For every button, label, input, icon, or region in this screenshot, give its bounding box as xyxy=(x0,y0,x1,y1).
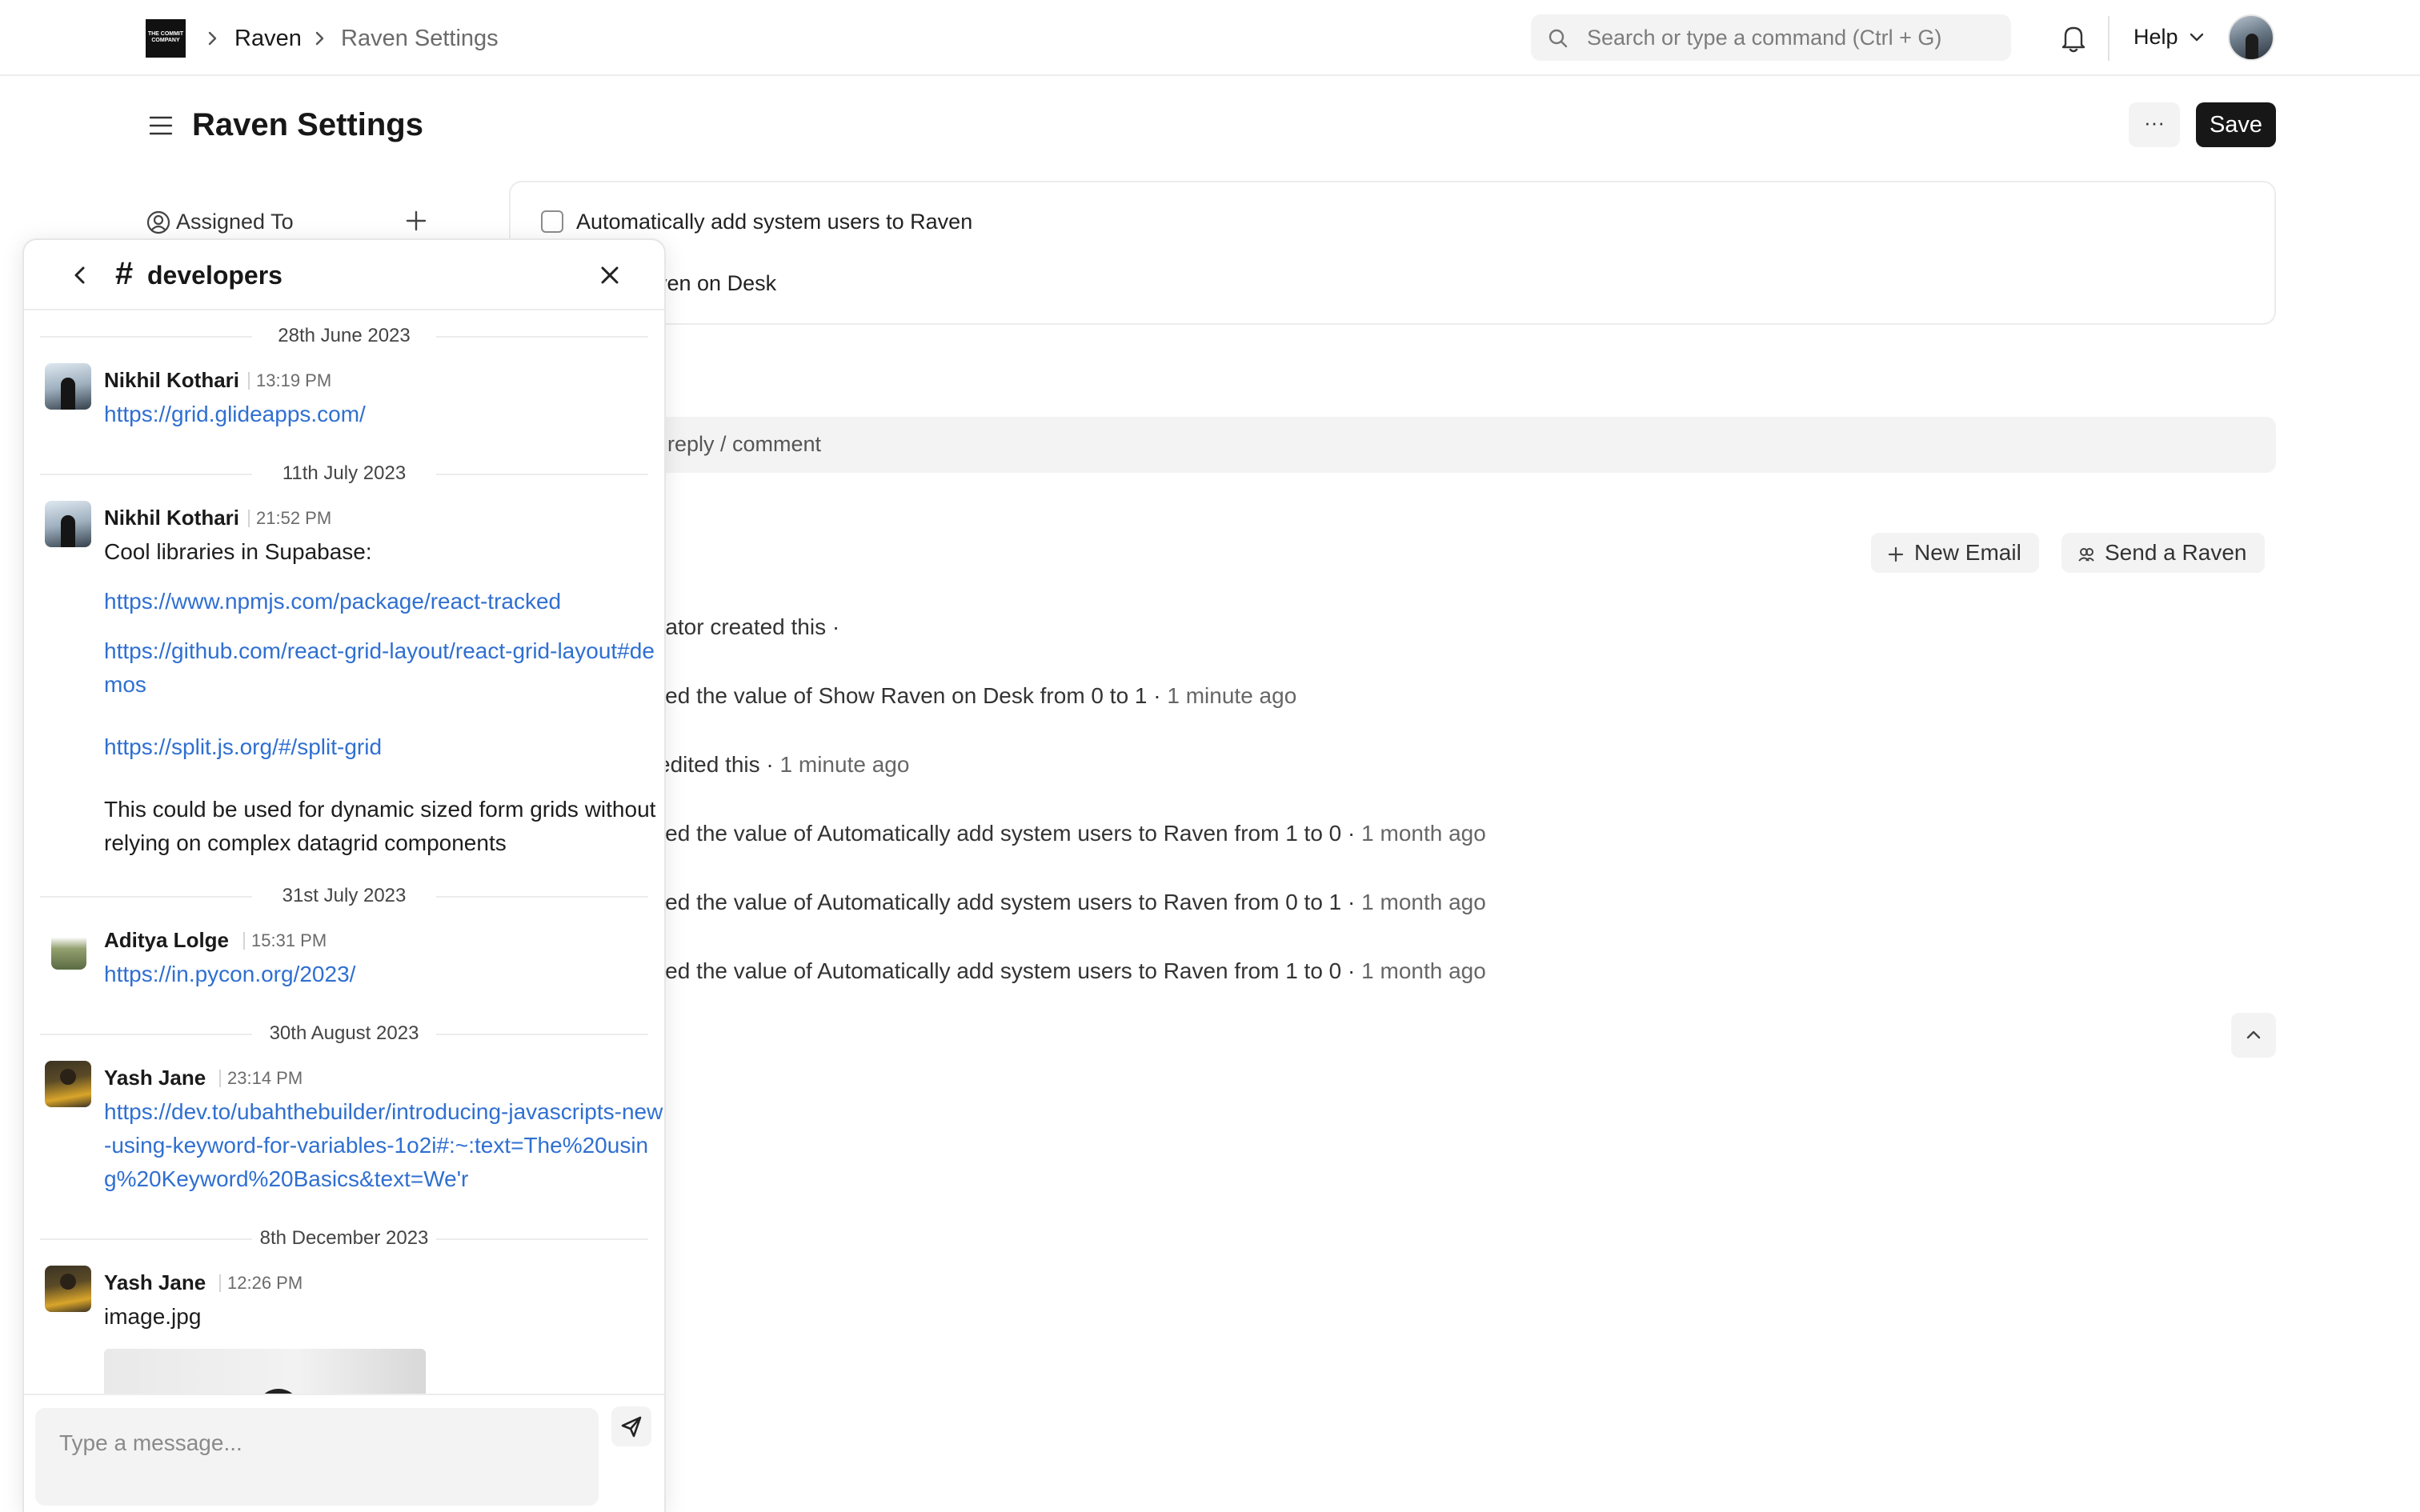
chevron-up-icon xyxy=(2246,1030,2261,1039)
assigned-to-label: Assigned To xyxy=(176,210,294,234)
close-icon[interactable] xyxy=(597,262,623,288)
message-text: This could be used for dynamic sized for… xyxy=(104,797,656,855)
menu-icon[interactable] xyxy=(147,112,174,139)
timeline-text: edited this · xyxy=(658,752,774,777)
avatar[interactable] xyxy=(51,923,86,970)
app-logo[interactable]: THE COMMIT COMPANY xyxy=(146,19,186,58)
avatar[interactable] xyxy=(45,1266,91,1312)
more-actions-button[interactable]: ··· xyxy=(2129,102,2180,147)
timeline-text: nged the value of Show Raven on Desk fro… xyxy=(640,683,1161,708)
back-arrow-icon[interactable] xyxy=(67,262,93,288)
comment-placeholder: reply / comment xyxy=(667,432,822,456)
timeline-time: 1 minute ago xyxy=(1167,683,1297,708)
comment-input[interactable] xyxy=(640,417,2276,473)
message-author[interactable]: Yash Jane xyxy=(104,1065,206,1090)
send-raven-label: Send a Raven xyxy=(2105,540,2247,565)
timeline-item: nged the value of Automatically add syst… xyxy=(640,957,1486,986)
help-menu[interactable]: Help xyxy=(2134,22,2178,51)
message-link[interactable]: https://dev.to/ubahthebuilder/introducin… xyxy=(104,1095,664,1196)
timeline-time: 1 month ago xyxy=(1361,958,1486,983)
timeline-item: rator created this · xyxy=(658,613,839,642)
channel-hash-icon: # xyxy=(115,256,134,291)
save-button[interactable]: Save xyxy=(2196,102,2276,147)
timeline-time: 1 month ago xyxy=(1361,821,1486,846)
avatar[interactable] xyxy=(45,501,91,547)
send-raven-button[interactable]: Send a Raven xyxy=(2061,533,2265,573)
message-time: 21:52 PM xyxy=(256,508,332,528)
avatar[interactable] xyxy=(45,1061,91,1107)
timeline-item: edited this · 1 minute ago xyxy=(658,750,909,779)
chevron-right-icon xyxy=(208,31,217,46)
message-author[interactable]: Aditya Lolge xyxy=(104,927,229,953)
navbar-divider xyxy=(2108,16,2109,61)
settings-card xyxy=(509,181,2276,325)
timeline-text: nged the value of Automatically add syst… xyxy=(640,890,1356,914)
message-time: 13:19 PM xyxy=(256,370,332,390)
attachment-name[interactable]: image.jpg xyxy=(104,1300,664,1334)
divider xyxy=(248,372,250,390)
search-bar[interactable]: Search or type a command (Ctrl + G) xyxy=(1531,14,2011,61)
chevron-right-icon xyxy=(315,31,324,46)
date-separator: 31st July 2023 xyxy=(40,884,648,908)
message-time: 15:31 PM xyxy=(251,930,327,950)
timeline-item: nged the value of Automatically add syst… xyxy=(640,888,1486,917)
new-email-label: New Email xyxy=(1914,540,2021,565)
new-email-button[interactable]: New Email xyxy=(1871,533,2039,573)
message-text: Cool libraries in Supabase: xyxy=(104,539,372,564)
message-link[interactable]: https://grid.glideapps.com/ xyxy=(104,398,664,431)
timeline-text: nged the value of Automatically add syst… xyxy=(640,958,1356,983)
breadcrumb-raven[interactable]: Raven xyxy=(234,24,302,53)
timeline-item: nged the value of Automatically add syst… xyxy=(640,819,1486,848)
timeline-time: 1 month ago xyxy=(1361,890,1486,914)
chevron-down-icon[interactable] xyxy=(2188,30,2206,43)
message-composer: Type a message... xyxy=(24,1394,664,1512)
breadcrumb-raven-settings[interactable]: Raven Settings xyxy=(341,24,499,53)
timeline-item: nged the value of Show Raven on Desk fro… xyxy=(640,682,1296,710)
add-assignee-icon[interactable] xyxy=(403,208,429,234)
chat-panel: # developers 28th June 2023 Nikhil Kotha… xyxy=(22,238,666,1512)
auto-add-checkbox[interactable] xyxy=(541,210,563,233)
plus-icon xyxy=(1888,546,1904,562)
users-icon xyxy=(2078,547,2094,562)
top-navbar: THE COMMIT COMPANY Raven Raven Settings … xyxy=(0,0,2420,76)
message-link[interactable]: https://www.npmjs.com/package/react-trac… xyxy=(104,585,664,618)
date-separator: 30th August 2023 xyxy=(40,1022,648,1046)
divider xyxy=(219,1274,221,1292)
page-title: Raven Settings xyxy=(192,107,423,142)
search-icon xyxy=(1549,29,1568,48)
scroll-to-top-button[interactable] xyxy=(2231,1013,2276,1058)
message-author[interactable]: Nikhil Kothari xyxy=(104,367,239,393)
show-on-desk-label: ven on Desk xyxy=(656,271,777,295)
message-input[interactable]: Type a message... xyxy=(35,1408,599,1506)
timeline-text: rator created this · xyxy=(658,614,840,639)
date-separator: 28th June 2023 xyxy=(40,324,648,348)
bell-icon[interactable] xyxy=(2058,22,2089,54)
divider xyxy=(219,1070,221,1087)
timeline-time: 1 minute ago xyxy=(779,752,910,777)
message-placeholder: Type a message... xyxy=(59,1430,242,1455)
message-author[interactable]: Nikhil Kothari xyxy=(104,505,239,530)
message-link[interactable]: https://in.pycon.org/2023/ xyxy=(104,958,664,991)
divider xyxy=(248,510,250,527)
avatar[interactable] xyxy=(45,363,91,410)
date-separator: 11th July 2023 xyxy=(40,462,648,486)
divider xyxy=(243,932,245,950)
date-separator: 8th December 2023 xyxy=(40,1226,648,1250)
message-link[interactable]: https://split.js.org/#/split-grid xyxy=(104,730,664,764)
message-link[interactable]: https://github.com/react-grid-layout/rea… xyxy=(104,634,664,702)
send-icon xyxy=(621,1416,642,1438)
search-placeholder: Search or type a command (Ctrl + G) xyxy=(1587,26,1942,50)
user-assign-icon xyxy=(146,210,170,234)
message-time: 23:14 PM xyxy=(227,1068,303,1088)
auto-add-label: Automatically add system users to Raven xyxy=(576,210,973,234)
message-author[interactable]: Yash Jane xyxy=(104,1270,206,1295)
timeline-text: nged the value of Automatically add syst… xyxy=(640,821,1356,846)
chat-header: # developers xyxy=(24,240,664,310)
user-avatar[interactable] xyxy=(2228,14,2274,61)
message-time: 12:26 PM xyxy=(227,1273,303,1293)
channel-name: developers xyxy=(147,261,282,290)
send-button[interactable] xyxy=(611,1406,651,1446)
